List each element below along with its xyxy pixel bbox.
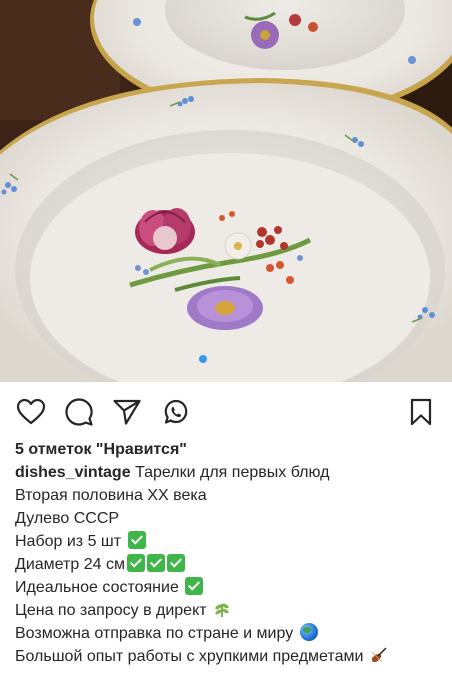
heart-icon bbox=[17, 399, 45, 425]
username-link[interactable]: dishes_vintage bbox=[15, 464, 131, 481]
caption-line: Возможна отправка по стране и миру bbox=[15, 622, 445, 645]
caption-line: Диаметр 24 см bbox=[15, 553, 445, 576]
comment-button[interactable] bbox=[64, 397, 94, 427]
post-action-bar bbox=[0, 392, 452, 432]
whatsapp-icon bbox=[164, 399, 188, 424]
caption-text: Дулево СССР bbox=[15, 510, 120, 527]
bookmark-icon bbox=[410, 398, 432, 426]
save-button[interactable] bbox=[406, 397, 436, 427]
caption-text: Возможна отправка по стране и миру bbox=[15, 625, 294, 642]
post-caption: dishes_vintage Тарелки для первых блюд В… bbox=[15, 461, 445, 668]
caption-text: Тарелки для первых блюд bbox=[135, 464, 330, 481]
caption-text: Цена по запросу в директ bbox=[15, 602, 207, 619]
caption-text: Большой опыт работы с хрупкими предметам… bbox=[15, 648, 364, 665]
caption-line: Вторая половина XX века bbox=[15, 484, 445, 507]
caption-line: Набор из 5 шт bbox=[15, 530, 445, 553]
likes-count[interactable]: 5 отметок "Нравится" bbox=[15, 439, 187, 461]
caption-text: Набор из 5 шт bbox=[15, 533, 122, 550]
violin-icon bbox=[371, 647, 387, 663]
caption-text: Диаметр 24 см bbox=[15, 556, 125, 573]
check-mark-icon bbox=[146, 554, 165, 572]
check-mark-icon bbox=[166, 554, 185, 572]
globe-icon bbox=[299, 623, 318, 641]
post-photo[interactable] bbox=[0, 0, 452, 382]
share-button[interactable] bbox=[112, 397, 142, 427]
caption-line: Идеальное состояние bbox=[15, 576, 445, 599]
herb-icon bbox=[215, 603, 229, 617]
check-mark-icon bbox=[127, 531, 146, 549]
carousel-indicator bbox=[199, 355, 207, 363]
caption-text: Идеальное состояние bbox=[15, 579, 179, 596]
caption-text: Вторая половина XX века bbox=[15, 487, 207, 504]
caption-line: dishes_vintage Тарелки для первых блюд bbox=[15, 461, 445, 484]
whatsapp-button[interactable] bbox=[161, 397, 191, 427]
caption-line: Цена по запросу в директ bbox=[15, 599, 445, 622]
caption-line: Большой опыт работы с хрупкими предметам… bbox=[15, 645, 445, 668]
caption-line: Дулево СССР bbox=[15, 507, 445, 530]
check-mark-icon bbox=[185, 577, 204, 595]
like-button[interactable] bbox=[16, 397, 46, 427]
comment-icon bbox=[65, 398, 93, 426]
check-mark-icon bbox=[126, 554, 145, 572]
paper-plane-icon bbox=[113, 399, 141, 425]
